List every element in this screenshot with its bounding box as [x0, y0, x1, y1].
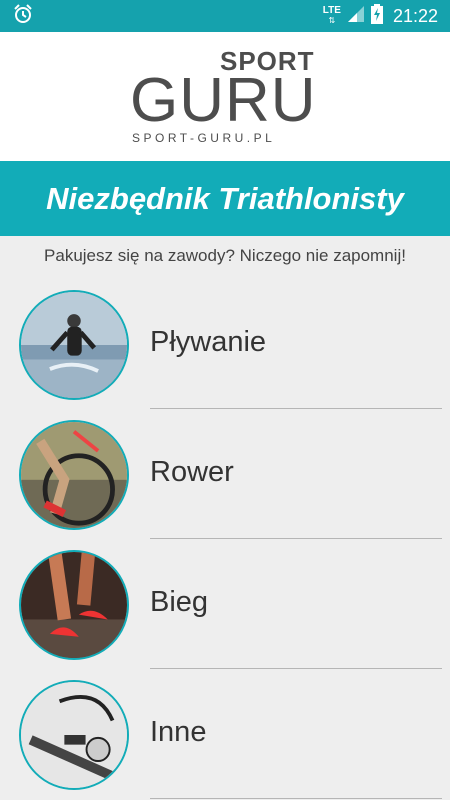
logo-url-text: SPORT-GURU.PL [132, 131, 276, 145]
alarm-clock-icon [12, 3, 34, 29]
logo-area: SPORT GURU SPORT-GURU.PL [0, 32, 450, 161]
divider [150, 408, 442, 409]
category-list: Pływanie Rower Bieg Inne [0, 280, 450, 800]
subtitle: Pakujesz się na zawody? Niczego nie zapo… [44, 246, 406, 265]
list-item-label: Inne [150, 716, 207, 748]
list-item-other[interactable]: Inne [0, 670, 450, 800]
list-item-bike[interactable]: Rower [0, 410, 450, 540]
signal-icon [347, 5, 365, 27]
list-item-label: Rower [150, 456, 234, 488]
list-item-run[interactable]: Bieg [0, 540, 450, 670]
network-type: LTE ⇅ [322, 5, 341, 26]
battery-charging-icon [370, 4, 383, 28]
logo-guru-text: GURU [130, 66, 317, 135]
divider [150, 668, 442, 669]
other-image [19, 680, 129, 790]
bike-image [19, 420, 129, 530]
swimming-image [19, 290, 129, 400]
run-image [19, 550, 129, 660]
list-item-label: Bieg [150, 586, 209, 618]
divider [150, 798, 442, 799]
clock: 21:22 [392, 5, 438, 26]
status-bar: LTE ⇅ 21:22 [0, 0, 450, 32]
list-item-swimming[interactable]: Pływanie [0, 280, 450, 410]
divider [150, 538, 442, 539]
list-item-label: Pływanie [150, 326, 267, 358]
page-title: Niezbędnik Triathlonisty [0, 161, 450, 236]
